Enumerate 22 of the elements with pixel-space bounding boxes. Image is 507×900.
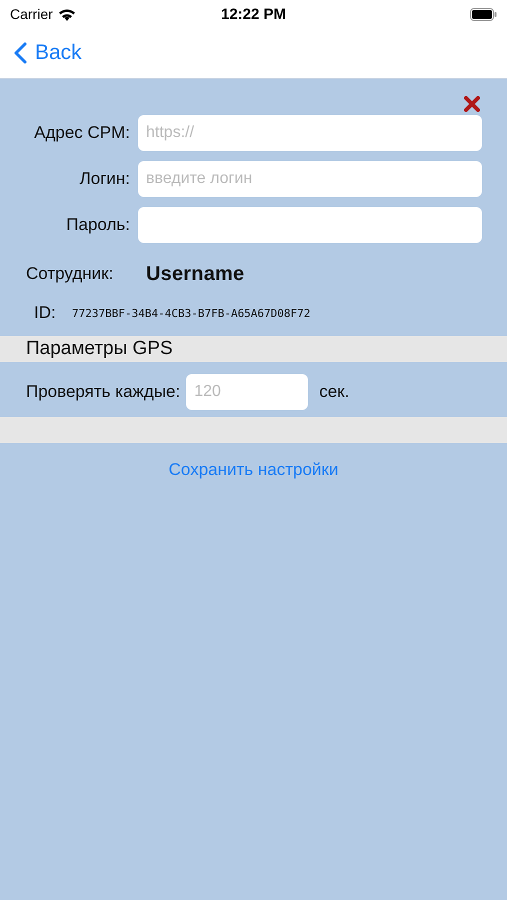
interval-field[interactable]: 120: [186, 374, 308, 410]
clock-time: 12:22 PM: [220, 6, 286, 22]
id-label: ID:: [34, 303, 57, 323]
section-title: Параметры GPS: [26, 338, 173, 360]
chevron-left-icon: [14, 42, 27, 64]
wifi-icon: [58, 8, 76, 20]
back-button[interactable]: Back: [14, 41, 82, 65]
input-field[interactable]: [138, 207, 482, 243]
employee-name: Username: [146, 262, 244, 286]
carrier-name: Carrier: [10, 6, 53, 22]
save-settings-link[interactable]: Сохранить настройки: [164, 458, 342, 482]
unit-label: сек.: [319, 382, 350, 402]
battery-icon: [470, 8, 498, 20]
input-field[interactable]: введите логин: [138, 161, 482, 197]
close-icon[interactable]: [463, 95, 481, 113]
field-label: Пароль:: [65, 215, 131, 235]
input-field[interactable]: https://: [138, 115, 482, 151]
field-label: Адрес CPM:: [33, 123, 131, 143]
device-id: 77237BBF-34B4-4CB3-B7FB-A65A67D08F72: [72, 306, 310, 320]
employee-label: Сотрудник:: [26, 264, 114, 284]
interval-label: Проверять каждые:: [26, 382, 180, 402]
field-label: Логин:: [78, 169, 131, 189]
